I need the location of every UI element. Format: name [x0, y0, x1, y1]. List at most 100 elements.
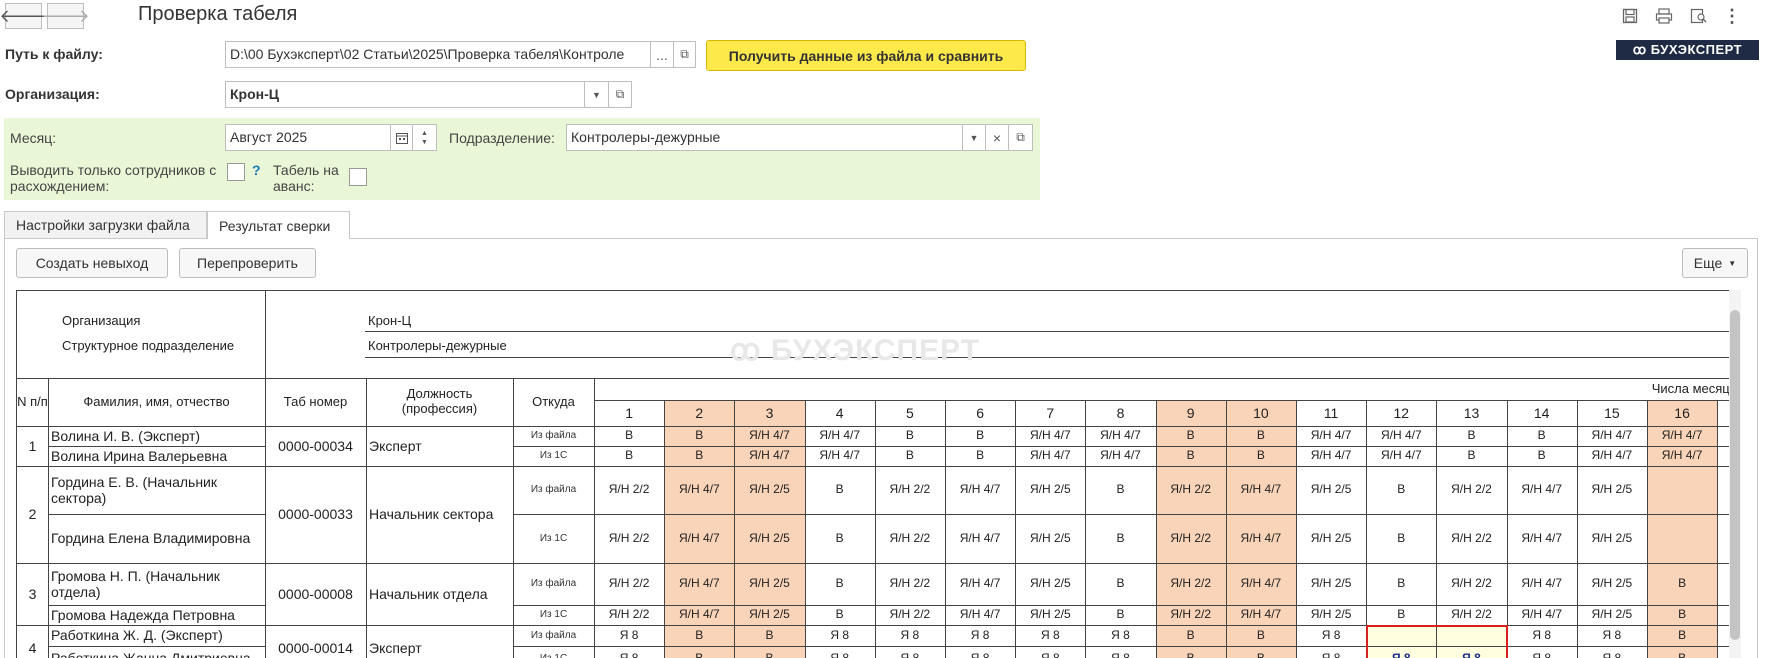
tab-result[interactable]: Результат сверки [207, 211, 350, 239]
day-value-1c: Я/Н 4/7 [678, 607, 720, 622]
day-value-file: В [695, 627, 704, 642]
day-value-file: Я/Н 2/5 [1310, 576, 1352, 591]
day-value-file: Я/Н 2/5 [749, 482, 790, 497]
more-vert-icon[interactable]: ⋮ [1719, 4, 1745, 28]
save-icon[interactable] [1617, 4, 1643, 28]
day-value-1c: Я/Н 2/5 [1310, 530, 1352, 545]
org-dropdown-icon[interactable]: ▼ [584, 81, 609, 108]
day-value-file: Я 8 [1111, 627, 1130, 642]
day-value-file: Я 8 [1321, 627, 1341, 642]
source-1c: Из 1С [539, 450, 568, 462]
position: Эксперт [369, 639, 422, 656]
dept-dropdown-icon[interactable]: ▼ [962, 124, 986, 151]
scrollbar-thumb[interactable] [1730, 310, 1740, 640]
col-tab-header: Таб номер [283, 393, 348, 409]
day-value-1c: Я/Н 4/7 [1591, 448, 1633, 463]
tab-number: 0000-00008 [278, 585, 353, 602]
day-value-1c: Я/Н 4/7 [1380, 448, 1422, 463]
day-value-file: Я/Н 2/2 [889, 576, 931, 591]
day-value-file: Я 8 [619, 627, 639, 642]
day-value-1c: Я 8 [970, 650, 990, 658]
advance-checkbox[interactable] [349, 168, 367, 186]
day-number: 10 [1253, 404, 1269, 421]
path-input[interactable]: D:\00 Бухэксперт\02 Статьи\2025\Проверка… [225, 41, 651, 68]
day-value-file: Я/Н 4/7 [1521, 576, 1563, 591]
chevron-down-icon[interactable]: ▼ [421, 138, 428, 147]
day-value-1c: Я 8 [619, 650, 639, 658]
month-stepper[interactable]: ▲ ▼ [412, 124, 437, 151]
employee-name-1c: Волина Ирина Валерьевна [51, 447, 228, 464]
source-1c: Из 1С [539, 532, 568, 544]
day-value-file: В [1186, 428, 1195, 443]
preview-icon[interactable] [1686, 4, 1712, 28]
day-value-file: В [1397, 576, 1406, 591]
day-value-file: Я/Н 2/5 [1029, 576, 1071, 591]
day-value-file: Я 8 [1040, 627, 1060, 642]
col-position-header: Должность (профессия) [401, 386, 478, 416]
day-value-1c: Я/Н 4/7 [959, 530, 1001, 545]
day-value-1c: Я/Н 2/5 [1029, 607, 1071, 622]
day-value-1c: Я/Н 4/7 [1100, 448, 1141, 463]
day-value-file: Я/Н 4/7 [1029, 428, 1071, 443]
col-num-header: N п/п [17, 393, 48, 409]
col-source-header: Откуда [532, 393, 575, 409]
day-value-file: Я 8 [830, 627, 850, 642]
dept-label: Подразделение: [449, 130, 555, 146]
day-value-file: В [1397, 482, 1406, 497]
clear-icon[interactable]: × [985, 124, 1009, 151]
day-value-file: В [1186, 627, 1195, 642]
position: Начальник сектора [369, 506, 494, 523]
day-number: 4 [835, 404, 844, 421]
more-button[interactable]: Еще ▼ [1682, 248, 1748, 278]
calendar-icon[interactable] [390, 124, 413, 151]
forward-button[interactable]: 🡒 [41, 3, 90, 29]
row-number: 1 [28, 437, 37, 454]
day-value-1c: В [695, 650, 704, 658]
day-value-file [1647, 466, 1717, 514]
create-absence-button[interactable]: Создать невыход [16, 248, 168, 278]
path-label: Путь к файлу: [5, 46, 103, 62]
tab-load-settings[interactable]: Настройки загрузки файла [4, 211, 207, 238]
day-value-file: Я/Н 2/2 [1451, 482, 1492, 497]
source-file: Из файла [530, 629, 577, 641]
day-value-1c: В [835, 607, 844, 622]
open-icon[interactable]: ⧉ [673, 41, 696, 68]
browse-button[interactable]: ... [650, 41, 674, 68]
position: Начальник отдела [369, 585, 488, 602]
day-value-1c: В [1678, 607, 1687, 622]
day-value-1c: Я/Н 2/2 [608, 530, 650, 545]
day-number: 7 [1046, 404, 1055, 421]
row-number: 4 [28, 639, 37, 656]
chevron-up-icon[interactable]: ▲ [421, 129, 428, 138]
print-icon[interactable] [1651, 4, 1677, 28]
day-value-file: Я 8 [1532, 627, 1552, 642]
day-value-1c: В [625, 448, 634, 463]
only-diff-checkbox[interactable] [227, 163, 245, 181]
day-value-1c: В [1256, 448, 1265, 463]
day-value-1c: Я 8 [1532, 650, 1552, 658]
day-value-file: Я/Н 2/2 [608, 482, 650, 497]
dept-input[interactable]: Контролеры-дежурные [566, 124, 968, 151]
day-number: 3 [765, 404, 774, 421]
day-number: 12 [1393, 404, 1410, 421]
month-input[interactable]: Август 2025 [225, 124, 391, 151]
day-value-1c: Я/Н 2/2 [1170, 607, 1212, 622]
load-compare-button[interactable]: Получить данные из файла и сравнить [706, 40, 1026, 71]
day-value-file: В [1116, 576, 1125, 591]
day-value-file: Я/Н 4/7 [1240, 482, 1282, 497]
help-icon[interactable]: ? [252, 162, 261, 178]
org-value: Крон-Ц [368, 312, 412, 328]
day-value-1c: Я/Н 4/7 [1521, 530, 1563, 545]
recheck-button[interactable]: Перепроверить [179, 248, 316, 278]
back-button[interactable]: 🡐 [0, 3, 48, 29]
day-value-file: В [835, 482, 844, 497]
grid-line [265, 291, 266, 378]
day-number: 1 [625, 404, 633, 421]
day-value-file: В [976, 428, 985, 443]
day-value-file: Я/Н 4/7 [678, 576, 720, 591]
col-name-header: Фамилия, имя, отчество [83, 393, 230, 409]
org-input[interactable]: Крон-Ц [225, 81, 596, 108]
dept-open-icon[interactable]: ⧉ [1008, 124, 1033, 151]
org-open-icon[interactable]: ⧉ [608, 81, 632, 108]
day-value-1c: В [1186, 650, 1195, 658]
